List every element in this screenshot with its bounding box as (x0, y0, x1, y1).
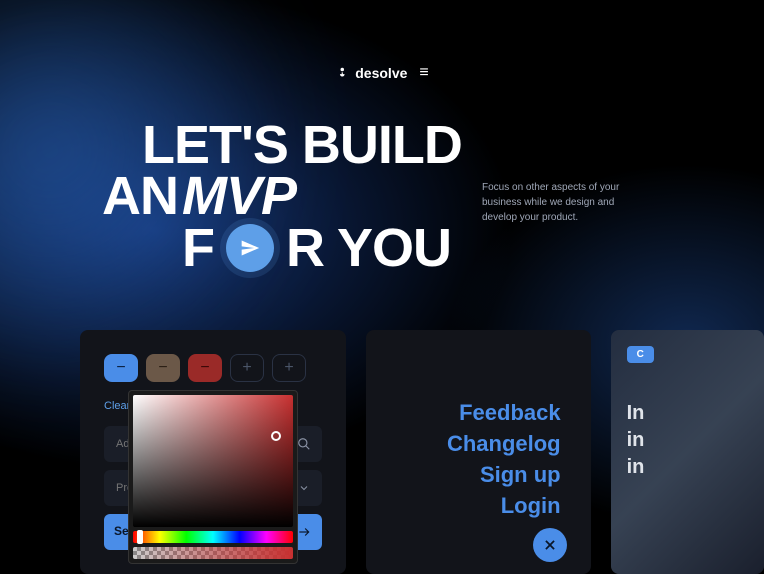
hero-line-3b: R YOU (286, 223, 451, 274)
hue-slider[interactable] (133, 531, 293, 543)
hero-line-2a: AN (102, 171, 178, 222)
hero: LET'S BUILD AN MVP F R YOU Focus on othe… (72, 120, 692, 274)
send-button[interactable] (226, 224, 274, 272)
link-feedback[interactable]: Feedback (459, 398, 561, 429)
card-text: In in in (627, 400, 645, 481)
swatch-blue[interactable]: − (104, 354, 138, 382)
swatch-red[interactable]: − (188, 354, 222, 382)
close-button[interactable] (533, 528, 567, 562)
menu-icon[interactable]: ≡ (419, 64, 428, 82)
header: desolve ≡ (335, 64, 428, 82)
swatch-brown[interactable]: − (146, 354, 180, 382)
paper-plane-icon (240, 238, 260, 258)
hero-line-2b: MVP (182, 171, 296, 222)
hero-subtitle: Focus on other aspects of your business … (482, 180, 642, 225)
link-login[interactable]: Login (501, 491, 561, 522)
search-icon (297, 437, 311, 451)
hero-line-3a: F (182, 223, 214, 274)
alpha-slider[interactable] (133, 547, 293, 559)
arrow-right-icon (297, 525, 311, 539)
link-signup[interactable]: Sign up (480, 460, 561, 491)
nav-links-panel: Feedback Changelog Sign up Login (366, 330, 590, 574)
card-panel[interactable]: C In in in (611, 330, 764, 574)
saturation-handle[interactable] (271, 431, 281, 441)
close-icon (543, 538, 557, 552)
hero-line-1: LET'S BUILD (72, 120, 692, 171)
swatch-add-1[interactable]: + (230, 354, 264, 382)
logo-icon (335, 66, 349, 80)
brand-name: desolve (355, 65, 407, 81)
color-tool-panel: − − − + + Clear all Sear (80, 330, 346, 574)
swatch-add-2[interactable]: + (272, 354, 306, 382)
chevron-down-icon (298, 482, 310, 494)
saturation-area[interactable] (133, 395, 293, 527)
card-badge: C (627, 346, 654, 363)
brand-logo[interactable]: desolve (335, 65, 407, 81)
hue-handle[interactable] (137, 530, 143, 544)
color-picker (128, 390, 298, 564)
link-changelog[interactable]: Changelog (447, 429, 561, 460)
